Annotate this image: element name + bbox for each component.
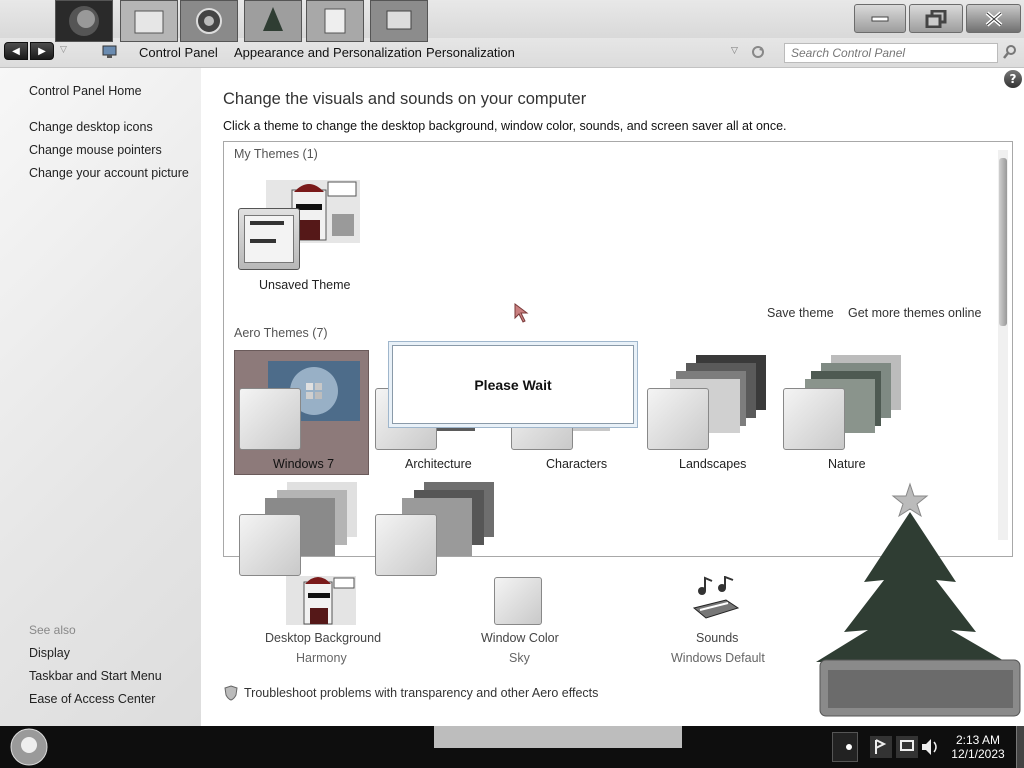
save-theme-link[interactable]: Save theme	[767, 306, 834, 320]
back-button[interactable]: ◀	[4, 42, 28, 60]
taskbar-start-menu-link[interactable]: Taskbar and Start Menu	[29, 669, 162, 683]
see-also-heading: See also	[29, 623, 76, 637]
unsaved-theme-label[interactable]: Unsaved Theme	[259, 278, 351, 292]
notes-icon	[324, 8, 346, 34]
christmas-tree-gadget	[816, 482, 1021, 717]
change-account-picture-link[interactable]: Change your account picture	[29, 166, 189, 180]
landscapes-color-swatch	[647, 388, 709, 450]
restore-button[interactable]	[909, 4, 963, 33]
back-arrow-icon: ◀	[12, 45, 20, 57]
address-dropdown-icon[interactable]: ▽	[731, 46, 738, 56]
restore-icon	[925, 9, 947, 28]
forward-arrow-icon: ▶	[38, 45, 46, 57]
tree-icon	[263, 7, 283, 31]
search-icon[interactable]	[1002, 44, 1018, 60]
unsaved-theme-swatch[interactable]	[238, 208, 300, 270]
taskbar-notes[interactable]	[306, 0, 364, 42]
taskbar-gadget[interactable]	[244, 0, 302, 42]
window-color-value: Sky	[509, 651, 530, 665]
firefox-icon	[69, 6, 99, 36]
theme-windows7-label[interactable]: Windows 7	[273, 457, 334, 471]
help-icon[interactable]: ?	[1004, 70, 1022, 88]
taskbar-control-panel[interactable]	[370, 0, 428, 42]
minimize-button[interactable]	[854, 4, 906, 33]
themes-scrollbar-thumb[interactable]	[999, 158, 1007, 326]
window-color-link[interactable]: Window Color	[481, 631, 559, 645]
show-desktop-button[interactable]	[1016, 726, 1024, 768]
troubleshoot-link[interactable]: Troubleshoot problems with transparency …	[244, 686, 598, 700]
start-button[interactable]	[4, 727, 54, 767]
display-link[interactable]: Display	[29, 646, 70, 660]
taskbar-explorer[interactable]	[120, 0, 178, 42]
sounds-value: Windows Default	[671, 651, 765, 665]
get-more-themes-link[interactable]: Get more themes online	[848, 306, 981, 320]
close-button[interactable]	[966, 4, 1021, 33]
page-description: Click a theme to change the desktop back…	[223, 119, 787, 133]
system-clock[interactable]: 2:13 AM 12/1/2023	[948, 733, 1008, 761]
clock-time: 2:13 AM	[955, 733, 1001, 747]
folder-icon	[134, 10, 164, 34]
change-mouse-pointers-link[interactable]: Change mouse pointers	[29, 143, 162, 157]
row2-theme1-swatch	[239, 514, 301, 576]
forward-button[interactable]: ▶	[30, 42, 54, 60]
clock-date: 12/1/2023	[951, 747, 1005, 761]
breadcrumb-personalization[interactable]: Personalization	[426, 45, 515, 60]
control-panel-home-link[interactable]: Control Panel Home	[29, 84, 142, 98]
notification-dot-icon	[846, 744, 852, 750]
sounds-icon[interactable]	[690, 576, 740, 624]
desktop-background-link[interactable]: Desktop Background	[265, 631, 381, 645]
nature-color-swatch	[783, 388, 845, 450]
show-hidden-icons-button[interactable]	[832, 732, 858, 762]
change-desktop-icons-link[interactable]: Change desktop icons	[29, 120, 153, 134]
control-panel-taskbar-icon	[386, 10, 412, 30]
desktop-background-icon[interactable]	[286, 576, 356, 625]
windows7-color-swatch	[239, 388, 301, 450]
breadcrumb-control-panel[interactable]: Control Panel	[139, 45, 218, 60]
theme-characters-label[interactable]: Characters	[546, 457, 607, 471]
chrome-icon	[196, 8, 222, 34]
my-themes-header: My Themes (1)	[234, 147, 318, 161]
please-wait-text: Please Wait	[392, 345, 634, 424]
theme-landscapes-label[interactable]: Landscapes	[679, 457, 746, 471]
search-input[interactable]: Search Control Panel	[784, 43, 998, 63]
please-wait-dialog: Please Wait	[388, 341, 638, 428]
recent-pages-icon[interactable]: ▽	[60, 45, 67, 55]
breadcrumb-appearance[interactable]: Appearance and Personalization	[234, 45, 422, 60]
system-tray[interactable]	[870, 734, 942, 760]
theme-architecture-label[interactable]: Architecture	[405, 457, 472, 471]
aero-themes-header: Aero Themes (7)	[234, 326, 328, 340]
mouse-cursor-icon	[514, 303, 529, 323]
sounds-link[interactable]: Sounds	[696, 631, 738, 645]
desktop-background-value: Harmony	[296, 651, 347, 665]
taskbar-active-strip	[434, 726, 682, 748]
window-color-icon[interactable]	[494, 577, 542, 625]
row2-theme2-swatch	[375, 514, 437, 576]
taskbar-chrome[interactable]	[180, 0, 238, 42]
taskbar-firefox[interactable]	[55, 0, 113, 42]
shield-icon	[224, 685, 238, 701]
close-icon	[985, 10, 1002, 27]
refresh-icon[interactable]	[750, 44, 766, 60]
control-panel-icon	[102, 45, 117, 58]
ease-of-access-link[interactable]: Ease of Access Center	[29, 692, 155, 706]
minimize-icon	[871, 16, 889, 21]
theme-nature-label[interactable]: Nature	[828, 457, 866, 471]
page-title: Change the visuals and sounds on your co…	[223, 90, 587, 108]
